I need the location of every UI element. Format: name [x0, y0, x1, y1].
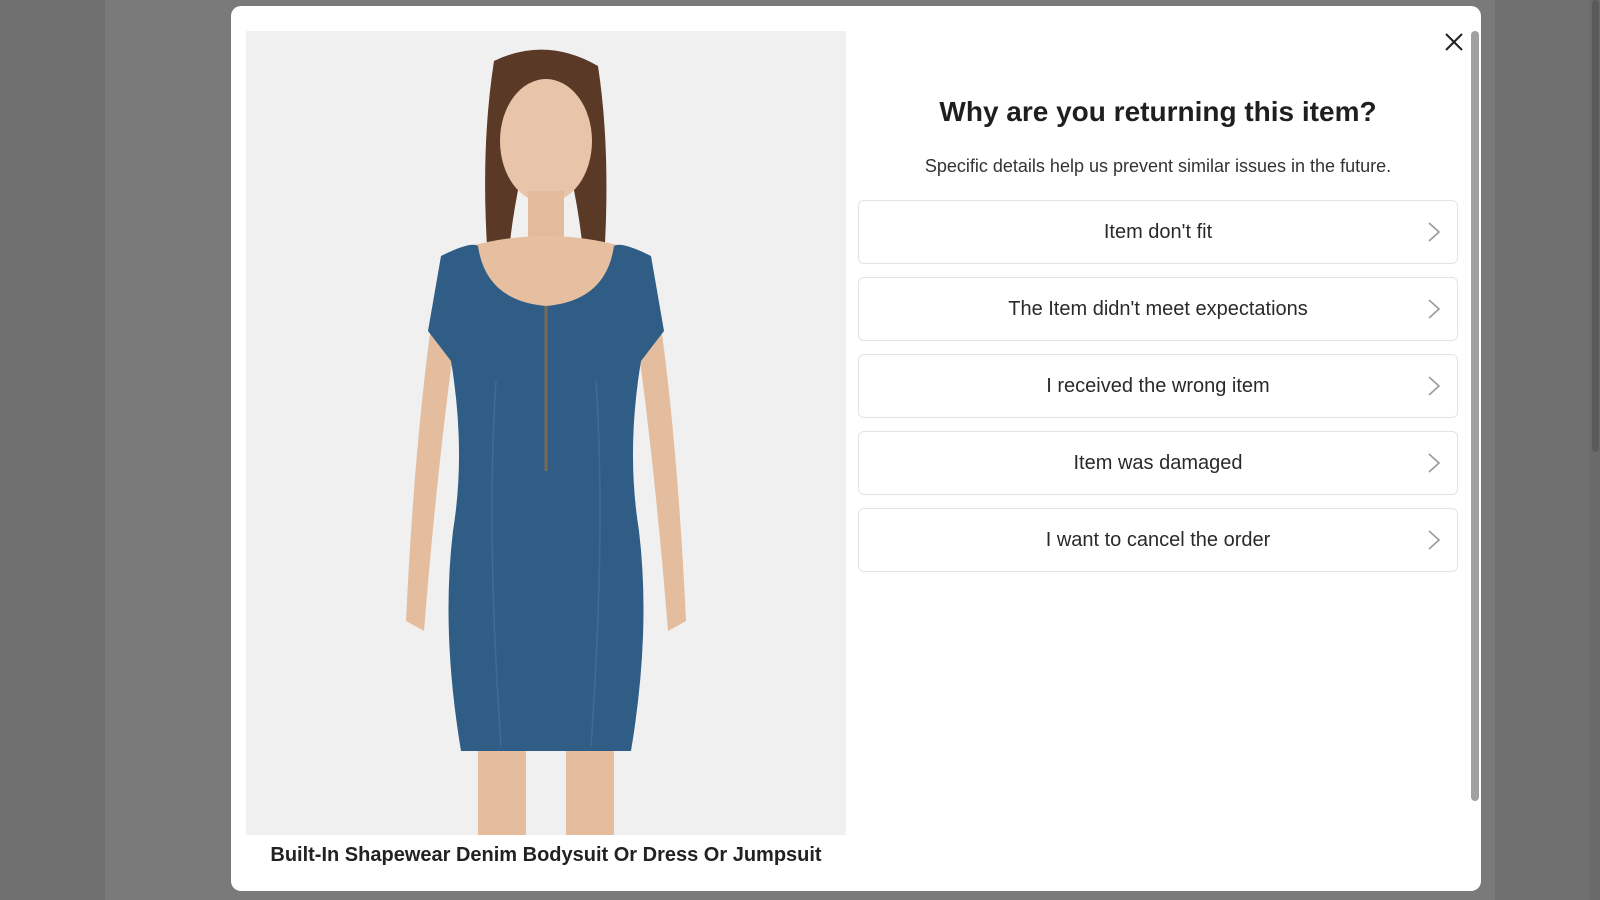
reason-label: Item don't fit — [1103, 220, 1213, 243]
reason-label: I want to cancel the order — [1045, 528, 1271, 551]
reason-item-damaged[interactable]: Item was damaged — [858, 431, 1458, 495]
reason-label: Item was damaged — [1073, 451, 1243, 474]
product-image — [246, 31, 846, 835]
reason-cancel-order[interactable]: I want to cancel the order — [858, 508, 1458, 572]
reason-received-wrong-item[interactable]: I received the wrong item — [858, 354, 1458, 418]
reason-label: The Item didn't meet expectations — [1008, 297, 1308, 320]
chevron-right-icon — [1428, 453, 1441, 473]
close-icon — [1445, 33, 1463, 51]
chevron-right-icon — [1428, 376, 1441, 396]
modal-title: Why are you returning this item? — [939, 96, 1377, 127]
page-scroll-thumb[interactable] — [1592, 0, 1599, 452]
return-reason-modal: Built-In Shapewear Denim Bodysuit Or Dre… — [231, 6, 1481, 891]
reason-item-dont-fit[interactable]: Item don't fit — [858, 200, 1458, 264]
reason-item-didnt-meet-expectations[interactable]: The Item didn't meet expectations — [858, 277, 1458, 341]
modal-subtitle: Specific details help us prevent similar… — [924, 156, 1392, 176]
reason-list: Item don't fit The Item didn't meet expe… — [858, 200, 1458, 585]
chevron-right-icon — [1428, 530, 1441, 550]
close-button[interactable] — [1438, 26, 1470, 58]
product-name: Built-In Shapewear Denim Bodysuit Or Dre… — [270, 844, 822, 866]
reason-label: I received the wrong item — [1046, 374, 1270, 397]
page-scrollbar[interactable] — [1590, 0, 1600, 900]
modal-scroll-thumb[interactable] — [1471, 31, 1479, 801]
chevron-right-icon — [1428, 222, 1441, 242]
modal-scrollbar[interactable] — [1471, 31, 1479, 886]
chevron-right-icon — [1428, 299, 1441, 319]
